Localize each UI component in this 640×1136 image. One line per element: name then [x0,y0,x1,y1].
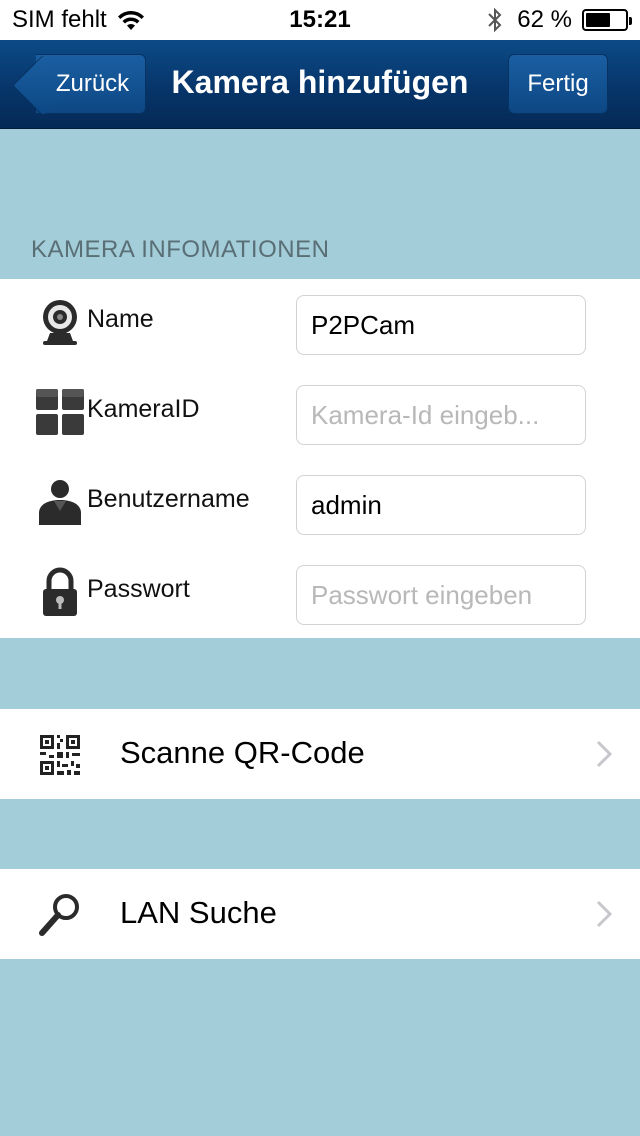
password-row: Passwort [0,549,640,639]
password-field[interactable] [296,565,586,625]
name-field[interactable] [296,295,586,355]
lock-icon [43,567,77,616]
battery-percent: 62 % [517,6,572,33]
webcam-icon [43,300,77,345]
section-header: KAMERA INFOMATIONEN [31,236,330,263]
username-field[interactable] [296,475,586,535]
grid-icon [36,389,84,435]
qr-code-icon [40,735,80,775]
done-button[interactable]: Fertig [508,54,608,114]
lan-search-cell[interactable]: LAN Suche [0,869,640,959]
username-label: Benutzername [87,485,250,513]
bluetooth-icon [488,7,502,33]
lan-search-label: LAN Suche [120,895,277,930]
camera-id-field[interactable] [296,385,586,445]
status-right: 62 % [487,6,632,34]
battery-icon [582,9,632,31]
user-icon [39,480,81,525]
scan-qr-code-cell[interactable]: Scanne QR-Code [0,709,640,799]
password-label: Passwort [87,575,190,603]
status-bar: SIM fehlt 15:21 62 % [0,0,640,40]
chevron-right-icon [596,740,612,768]
page-title: Kamera hinzufügen [171,64,469,100]
camera-id-label: KameraID [87,395,200,423]
chevron-right-icon [596,900,612,928]
username-row: Benutzername [0,459,640,549]
magnifier-icon [39,894,79,936]
back-button[interactable]: Zurück [36,54,146,114]
navigation-bar: Zurück Kamera hinzufügen Fertig [0,40,640,129]
name-row: Name [0,279,640,369]
camera-id-row: KameraID [0,369,640,459]
back-button-label: Zurück [55,70,130,97]
name-label: Name [87,305,154,333]
camera-info-form: Name KameraID Benutzername Pass [0,279,640,638]
battery-fill [586,13,610,27]
scan-qr-code-label: Scanne QR-Code [120,735,365,770]
